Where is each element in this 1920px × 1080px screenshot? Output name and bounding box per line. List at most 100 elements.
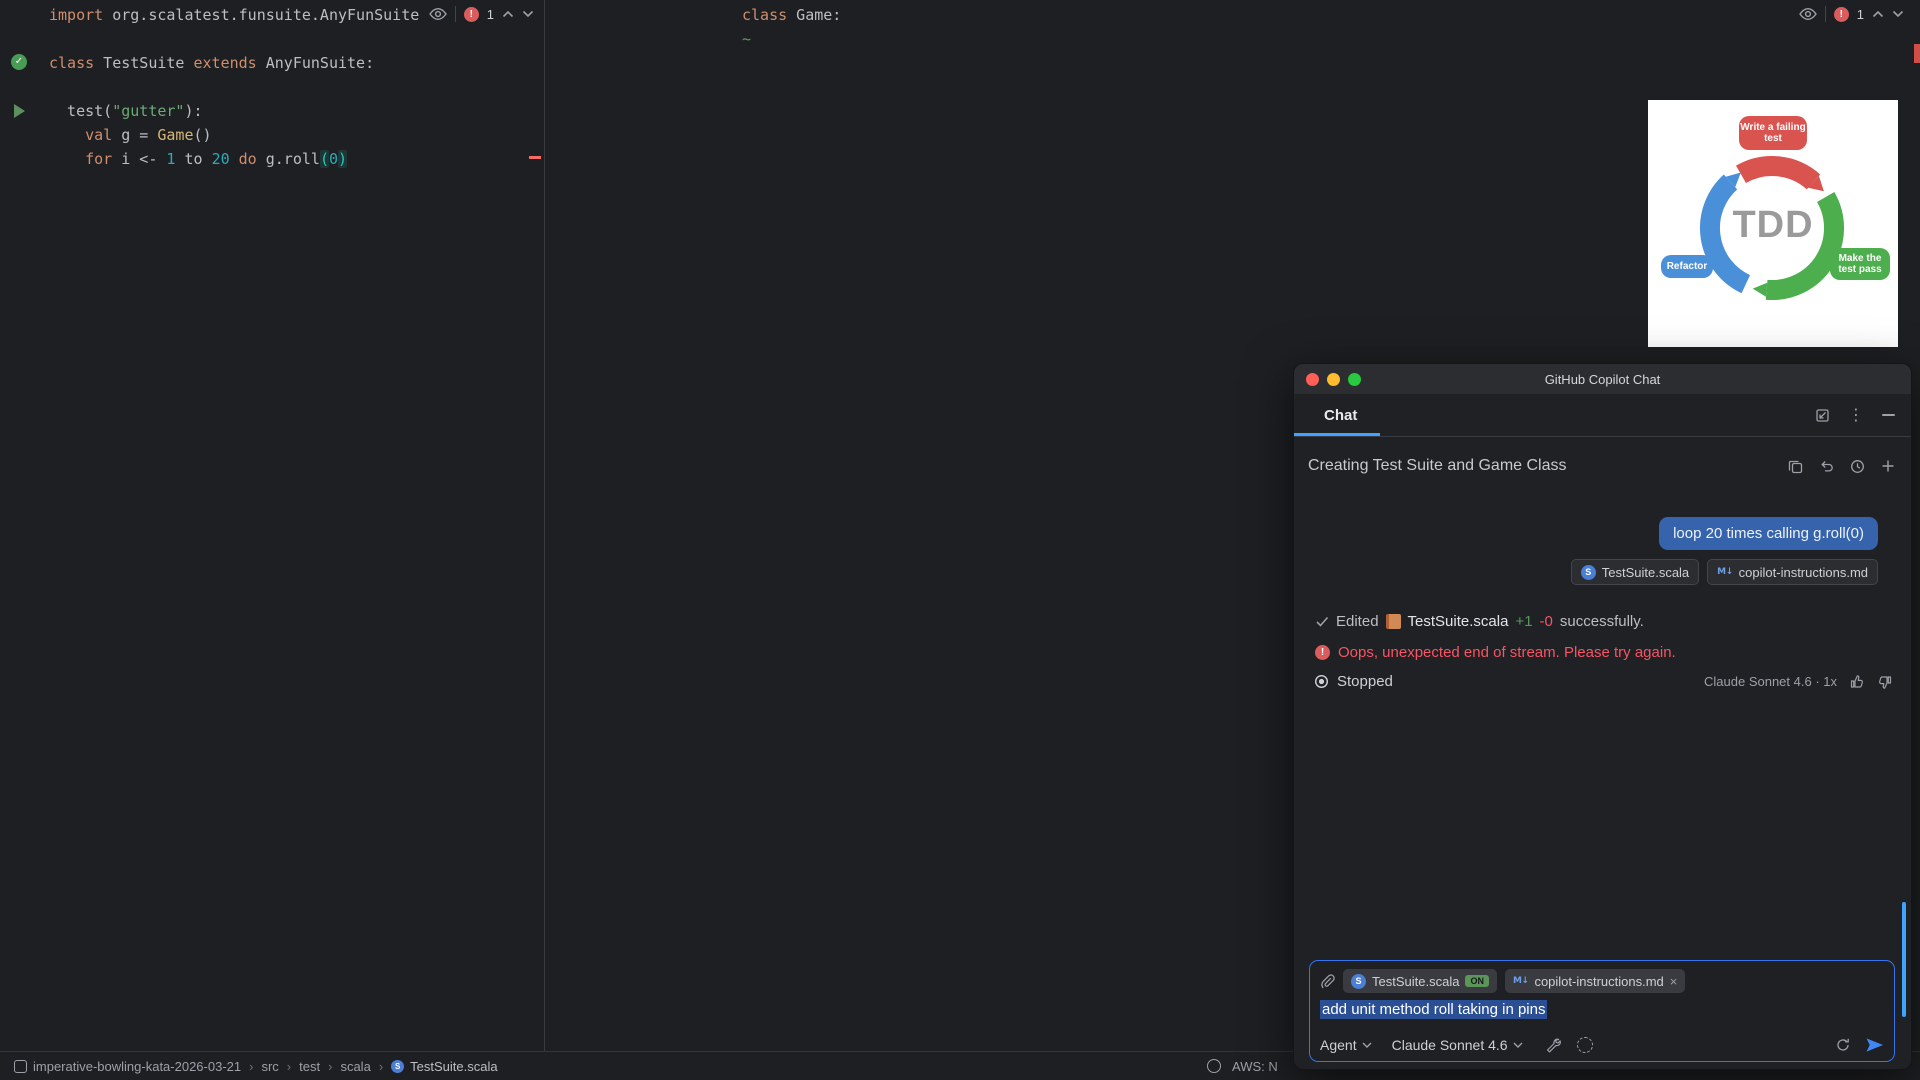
code-line: class TestSuite extends AnyFunSuite: <box>49 54 375 72</box>
project-icon <box>14 1059 27 1073</box>
edited-tail: successfully. <box>1559 613 1644 630</box>
tab-chat[interactable]: Chat <box>1294 394 1380 436</box>
code-line: val g = Game() <box>85 126 212 144</box>
tdd-label-write-failing-test: Write a failing test <box>1739 116 1807 150</box>
highlighting-eye-icon[interactable] <box>1798 7 1817 21</box>
active-tab-underline <box>1294 433 1380 436</box>
code-line: ~ <box>742 30 752 48</box>
hide-tool-window-icon[interactable] <box>1882 414 1895 416</box>
edited-verb: Edited <box>1336 613 1379 630</box>
chat-body: Creating Test Suite and Game Class loop … <box>1294 437 1911 1069</box>
mode-dropdown[interactable]: Agent <box>1320 1037 1372 1053</box>
error-icon: ! <box>1315 645 1330 660</box>
breadcrumb-separator: › <box>249 1058 254 1074</box>
scrollbar-thumb[interactable] <box>1902 902 1906 1017</box>
error-stripe-mark[interactable] <box>1914 44 1920 63</box>
status-row: Stopped Claude Sonnet 4.6 · 1x <box>1314 673 1893 690</box>
message-attachments: S TestSuite.scala M↓ copilot-instruction… <box>1294 559 1878 585</box>
user-message-bubble: loop 20 times calling g.roll(0) <box>1659 517 1878 550</box>
more-options-icon[interactable]: ⋮ <box>1848 407 1864 423</box>
breadcrumb-src[interactable]: src <box>261 1059 278 1074</box>
scala-icon: S <box>1351 973 1366 989</box>
status-circle-icon[interactable] <box>1207 1059 1221 1073</box>
window-title: GitHub Copilot Chat <box>1544 371 1661 387</box>
chevron-down-icon <box>1362 1042 1372 1048</box>
tdd-cycle-image: Write a failing test Make the test pass … <box>1648 100 1898 347</box>
chat-input-box[interactable]: S TestSuite.scala ON M↓ copilot-instruct… <box>1309 960 1895 1062</box>
send-icon[interactable] <box>1865 1037 1884 1053</box>
window-titlebar[interactable]: GitHub Copilot Chat <box>1294 364 1911 394</box>
breadcrumb-test[interactable]: test <box>299 1059 320 1074</box>
stopped-icon <box>1314 674 1329 689</box>
run-test-gutter-icon[interactable] <box>14 104 25 118</box>
tdd-label-refactor: Refactor <box>1661 255 1713 278</box>
error-count[interactable]: 1 <box>1857 7 1864 22</box>
input-chip-instructions[interactable]: M↓ copilot-instructions.md × <box>1504 969 1686 993</box>
error-icon: ! <box>463 6 479 22</box>
status-label: Stopped <box>1337 673 1393 690</box>
regenerate-icon[interactable] <box>1835 1037 1851 1053</box>
test-passed-gutter-icon[interactable]: ✓ <box>11 54 27 70</box>
thumbs-up-icon[interactable] <box>1849 674 1865 690</box>
tdd-label-make-test-pass: Make the test pass <box>1830 248 1890 280</box>
input-chip-label: copilot-instructions.md <box>1534 973 1664 989</box>
next-error-icon[interactable] <box>522 10 534 18</box>
next-error-icon[interactable] <box>1892 10 1904 18</box>
chat-input-text-row[interactable]: add unit method roll taking in pins <box>1320 1000 1884 1019</box>
thumbs-down-icon[interactable] <box>1877 674 1893 690</box>
new-chat-icon[interactable] <box>1881 459 1895 473</box>
prev-error-icon[interactable] <box>502 10 514 18</box>
chat-input-text[interactable]: add unit method roll taking in pins <box>1320 1000 1548 1019</box>
copilot-chat-window: GitHub Copilot Chat Chat ⋮ Creating Test… <box>1293 363 1912 1070</box>
undo-icon[interactable] <box>1819 459 1834 473</box>
input-chip-label: TestSuite.scala <box>1372 973 1460 989</box>
model-label: Claude Sonnet 4.6 <box>1391 1037 1508 1053</box>
edited-file-name[interactable]: TestSuite.scala <box>1408 613 1509 630</box>
code-area-right[interactable]: class Game: ~ <box>545 0 1920 51</box>
code-area-left[interactable]: import org.scalatest.funsuite.AnyFunSuit… <box>0 0 544 171</box>
scala-icon: S <box>1580 564 1596 580</box>
model-dropdown[interactable]: Claude Sonnet 4.6 <box>1392 1037 1523 1053</box>
thread-title: Creating Test Suite and Game Class <box>1308 457 1567 474</box>
breadcrumb-project[interactable]: imperative-bowling-kata-2026-03-21 <box>33 1059 241 1074</box>
open-in-editor-icon[interactable] <box>1815 408 1830 423</box>
code-line: class Game: <box>742 6 842 24</box>
breadcrumb-separator: › <box>286 1058 292 1074</box>
breadcrumb-separator: › <box>378 1058 384 1074</box>
error-icon: ! <box>1833 6 1849 22</box>
divider <box>1824 6 1826 22</box>
paperclip-icon[interactable] <box>1320 973 1335 989</box>
attachment-label: TestSuite.scala <box>1601 564 1690 580</box>
remove-attachment-icon[interactable]: × <box>1670 974 1678 989</box>
copy-thread-icon[interactable] <box>1788 459 1803 474</box>
inspections-widget[interactable]: ! 1 <box>1798 6 1904 22</box>
highlighting-eye-icon[interactable] <box>428 7 447 21</box>
aws-status[interactable]: AWS: N <box>1232 1059 1278 1074</box>
prev-error-icon[interactable] <box>1872 10 1884 18</box>
error-message: Oops, unexpected end of stream. Please t… <box>1338 644 1676 661</box>
attachment-chip-instructions[interactable]: M↓ copilot-instructions.md <box>1707 559 1878 585</box>
attachment-chip-testsuite[interactable]: S TestSuite.scala <box>1570 559 1700 585</box>
breadcrumb-file[interactable]: TestSuite.scala <box>410 1059 497 1074</box>
error-stripe-mark[interactable] <box>529 156 541 159</box>
error-count[interactable]: 1 <box>487 7 494 22</box>
code-line: test("gutter"): <box>49 102 203 120</box>
breadcrumb[interactable]: imperative-bowling-kata-2026-03-21 › src… <box>14 1059 498 1074</box>
model-usage-label: Claude Sonnet 4.6 · 1x <box>1704 674 1837 689</box>
inspections-widget[interactable]: ! 1 <box>428 6 534 22</box>
lines-added: +1 <box>1515 613 1533 630</box>
input-chip-testsuite[interactable]: S TestSuite.scala ON <box>1343 969 1497 993</box>
history-icon[interactable] <box>1850 459 1865 474</box>
edited-file-row: Edited TestSuite.scala +1 -0 successfull… <box>1316 613 1911 630</box>
on-badge[interactable]: ON <box>1465 975 1489 987</box>
tdd-center-label: TDD <box>1732 204 1814 246</box>
editor-pane-testsuite[interactable]: ✓ import org.scalatest.funsuite.AnyFunSu… <box>0 0 544 1052</box>
breadcrumb-scala[interactable]: scala <box>340 1059 370 1074</box>
chevron-down-icon <box>1513 1042 1523 1048</box>
input-controls-row: Agent Claude Sonnet 4.6 <box>1320 1037 1884 1053</box>
tools-icon[interactable] <box>1545 1037 1561 1053</box>
file-icon <box>1385 614 1401 629</box>
context-circle-icon[interactable] <box>1576 1037 1593 1053</box>
code-line: for i <- 1 to 20 do g.roll(0) <box>85 150 348 168</box>
